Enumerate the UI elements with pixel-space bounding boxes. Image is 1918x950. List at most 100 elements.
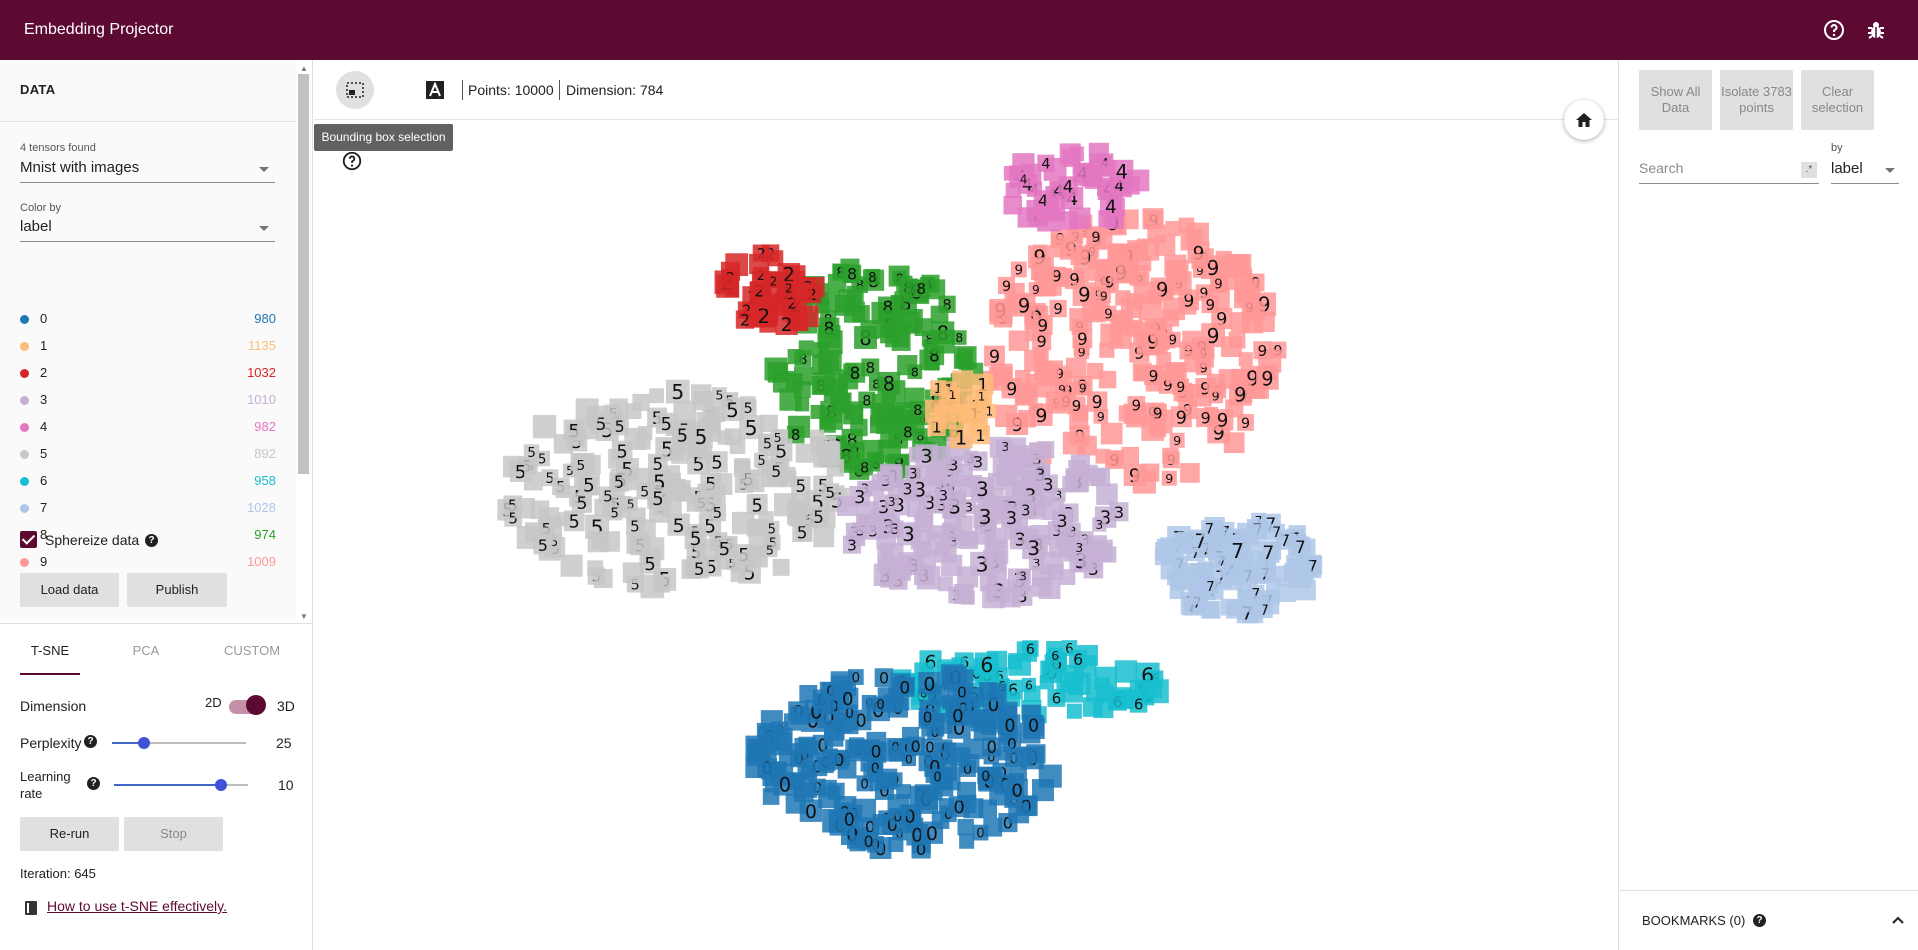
embedding-point[interactable]: 7 — [1290, 536, 1311, 557]
embedding-point[interactable] — [632, 393, 650, 411]
embedding-point[interactable] — [916, 549, 936, 570]
embedding-point[interactable]: 5 — [672, 424, 693, 447]
embedding-point[interactable] — [860, 320, 880, 339]
embedding-point[interactable] — [950, 490, 966, 506]
embedding-point[interactable] — [822, 748, 839, 765]
embedding-point[interactable] — [1062, 475, 1078, 492]
embedding-point[interactable] — [878, 439, 901, 463]
embedding-point[interactable]: 9 — [1072, 328, 1093, 349]
embedding-point[interactable] — [930, 305, 949, 324]
embedding-point[interactable]: 2 — [735, 310, 755, 329]
publish-button[interactable]: Publish — [127, 573, 227, 607]
embedding-point[interactable] — [693, 390, 714, 411]
embedding-point[interactable]: 0 — [953, 682, 971, 702]
bug-icon[interactable] — [1864, 18, 1888, 47]
help-icon[interactable]: ? — [145, 534, 158, 547]
embedding-point[interactable]: 3 — [898, 479, 917, 498]
embedding-point[interactable] — [1045, 201, 1066, 222]
embedding-point[interactable] — [1252, 523, 1267, 539]
chevron-up-icon[interactable] — [1891, 913, 1905, 927]
embedding-point[interactable] — [772, 370, 795, 393]
embedding-point[interactable] — [637, 425, 653, 441]
embedding-point[interactable] — [798, 736, 816, 755]
embedding-point[interactable] — [1239, 595, 1257, 613]
embedding-point[interactable] — [1223, 432, 1245, 454]
embedding-point[interactable]: 7 — [1201, 520, 1218, 538]
data-panel-scrollbar[interactable]: ▲ ▼ — [298, 64, 309, 624]
embedding-point[interactable]: 9 — [1032, 315, 1053, 336]
embedding-point[interactable] — [897, 552, 918, 573]
embedding-point[interactable] — [1191, 253, 1207, 269]
embedding-point[interactable]: 9 — [1201, 323, 1226, 348]
help-circle-icon[interactable] — [1822, 18, 1846, 47]
embedding-point[interactable] — [731, 511, 755, 535]
embedding-point[interactable] — [1134, 365, 1150, 381]
embedding-point[interactable]: 9 — [1237, 414, 1254, 432]
embedding-point[interactable] — [955, 515, 973, 533]
embedding-point[interactable]: 6 — [974, 652, 999, 677]
embedding-point[interactable]: 5 — [578, 473, 600, 496]
embedding-point[interactable]: 3 — [934, 486, 952, 504]
embedding-point[interactable]: 5 — [606, 504, 623, 522]
embedding-point[interactable]: 0 — [837, 687, 859, 710]
embedding-point[interactable]: 0 — [856, 775, 873, 792]
embedding-point[interactable] — [1074, 162, 1098, 186]
embedding-point[interactable]: 6 — [1047, 647, 1063, 663]
embedding-point[interactable]: 8 — [907, 364, 923, 379]
embedding-point[interactable] — [989, 301, 1013, 325]
embedding-point[interactable]: 0 — [982, 737, 1002, 757]
embedding-scatter-plot[interactable]: 9999999999999999999 999999999999999999999… — [314, 120, 1618, 950]
embedding-point[interactable] — [1066, 703, 1082, 719]
embedding-point[interactable]: 3 — [1092, 517, 1107, 532]
embedding-point[interactable] — [1008, 330, 1030, 351]
embedding-point[interactable]: 5 — [636, 482, 654, 501]
embedding-point[interactable] — [1070, 454, 1091, 474]
embedding-point[interactable]: 0 — [872, 696, 889, 714]
search-by-select[interactable]: label — [1831, 160, 1899, 184]
night-mode-button[interactable] — [376, 71, 414, 109]
embedding-point[interactable] — [1114, 660, 1138, 683]
embedding-point[interactable]: 5 — [808, 506, 829, 527]
embedding-point[interactable] — [952, 370, 974, 392]
embedding-point[interactable]: 0 — [918, 708, 937, 727]
embedding-point[interactable]: 5 — [572, 456, 589, 474]
embedding-point[interactable]: 0 — [799, 799, 823, 823]
embedding-point[interactable] — [935, 541, 957, 563]
embedding-point[interactable]: 9 — [1253, 341, 1272, 360]
embedding-point[interactable] — [793, 774, 818, 798]
embedding-point[interactable]: 5 — [764, 520, 780, 537]
embedding-point[interactable] — [560, 554, 583, 577]
embedding-point[interactable]: 9 — [1096, 288, 1111, 304]
embedding-point[interactable] — [1100, 160, 1117, 177]
color-by-select[interactable]: label — [20, 218, 275, 242]
embedding-point[interactable] — [1155, 542, 1173, 560]
embedding-point[interactable] — [1100, 323, 1124, 347]
embedding-point[interactable] — [888, 745, 905, 762]
embedding-point[interactable] — [671, 447, 689, 464]
embedding-point[interactable] — [795, 397, 810, 412]
tab-tsne[interactable]: T-SNE — [20, 626, 80, 676]
labels-toggle-button[interactable] — [416, 71, 454, 109]
embedding-point[interactable] — [767, 250, 784, 267]
embedding-point[interactable]: 5 — [754, 452, 770, 469]
embedding-point[interactable]: 0 — [847, 669, 864, 686]
embedding-point[interactable] — [1098, 370, 1117, 389]
embedding-point[interactable] — [1031, 779, 1055, 802]
embedding-point[interactable]: 3 — [971, 477, 994, 501]
embedding-point[interactable] — [932, 445, 951, 465]
embedding-point[interactable]: 0 — [866, 741, 887, 763]
embedding-point[interactable] — [524, 471, 543, 491]
embedding-point[interactable] — [1108, 244, 1129, 265]
load-data-button[interactable]: Load data — [20, 573, 119, 607]
embedding-point[interactable] — [813, 372, 836, 395]
embedding-point[interactable]: 2 — [781, 280, 796, 296]
bookmarks-panel[interactable]: BOOKMARKS (0) ? — [1619, 890, 1918, 950]
embedding-point[interactable] — [858, 515, 877, 534]
stop-button[interactable]: Stop — [124, 817, 223, 851]
isolate-points-button[interactable]: Isolate 3783 points — [1720, 70, 1793, 130]
embedding-point[interactable]: 6 — [1129, 695, 1148, 713]
embedding-point[interactable] — [1245, 300, 1265, 321]
embedding-point[interactable]: 9 — [1210, 275, 1227, 293]
embedding-point[interactable] — [1288, 565, 1311, 589]
embedding-point[interactable]: 5 — [689, 424, 713, 449]
